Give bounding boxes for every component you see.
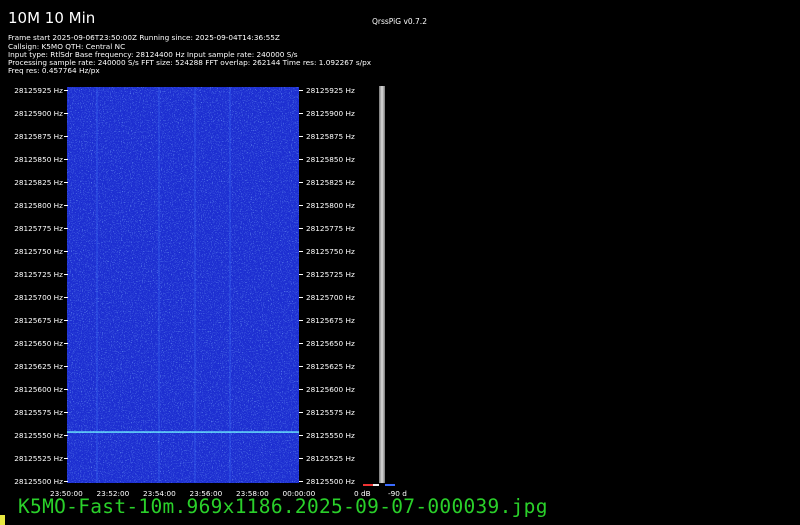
y-tick-mark — [299, 481, 303, 482]
y-tick-mark — [299, 458, 303, 459]
y-tick-mark — [64, 205, 68, 206]
y-tick-mark — [299, 113, 303, 114]
y-tick-mark — [64, 136, 68, 137]
y-tick-mark — [64, 228, 68, 229]
y-tick-mark — [299, 389, 303, 390]
colorbar-red-mark — [363, 484, 373, 486]
y-tick-mark — [299, 90, 303, 91]
y-tick-mark — [64, 182, 68, 183]
y-tick-mark — [64, 297, 68, 298]
y-tick-mark — [299, 435, 303, 436]
y-tick-mark — [64, 481, 68, 482]
y-tick-mark — [299, 320, 303, 321]
y-tick-mark — [299, 297, 303, 298]
y-tick-mark — [299, 159, 303, 160]
y-tick-mark — [299, 136, 303, 137]
y-tick-mark — [64, 458, 68, 459]
y-tick-mark — [299, 412, 303, 413]
y-tick-mark — [64, 113, 68, 114]
y-tick-mark — [64, 159, 68, 160]
y-tick-mark — [64, 320, 68, 321]
y-tick-mark — [64, 435, 68, 436]
colorbar — [379, 86, 385, 483]
y-tick-mark — [299, 343, 303, 344]
y-tick-mark — [299, 182, 303, 183]
colorbar-blue-mark — [385, 484, 395, 486]
y-tick-mark — [64, 366, 68, 367]
y-tick-mark — [64, 389, 68, 390]
y-tick-mark — [299, 251, 303, 252]
y-tick-mark — [64, 251, 68, 252]
x-axis: 23:50:00 23:52:00 23:54:00 23:56:00 23:58:00… — [0, 0, 800, 525]
y-tick-mark — [64, 274, 68, 275]
y-tick-mark — [299, 366, 303, 367]
y-tick-mark — [299, 205, 303, 206]
cursor-marker — [0, 515, 5, 525]
y-tick-mark — [299, 228, 303, 229]
colorbar-white-mark — [373, 484, 379, 486]
y-tick-mark — [299, 274, 303, 275]
y-tick-mark — [64, 412, 68, 413]
image-filename: K5MO-Fast-10m.969x1186.2025-09-07-000039… — [18, 495, 548, 518]
y-tick-mark — [64, 343, 68, 344]
y-tick-mark — [64, 90, 68, 91]
